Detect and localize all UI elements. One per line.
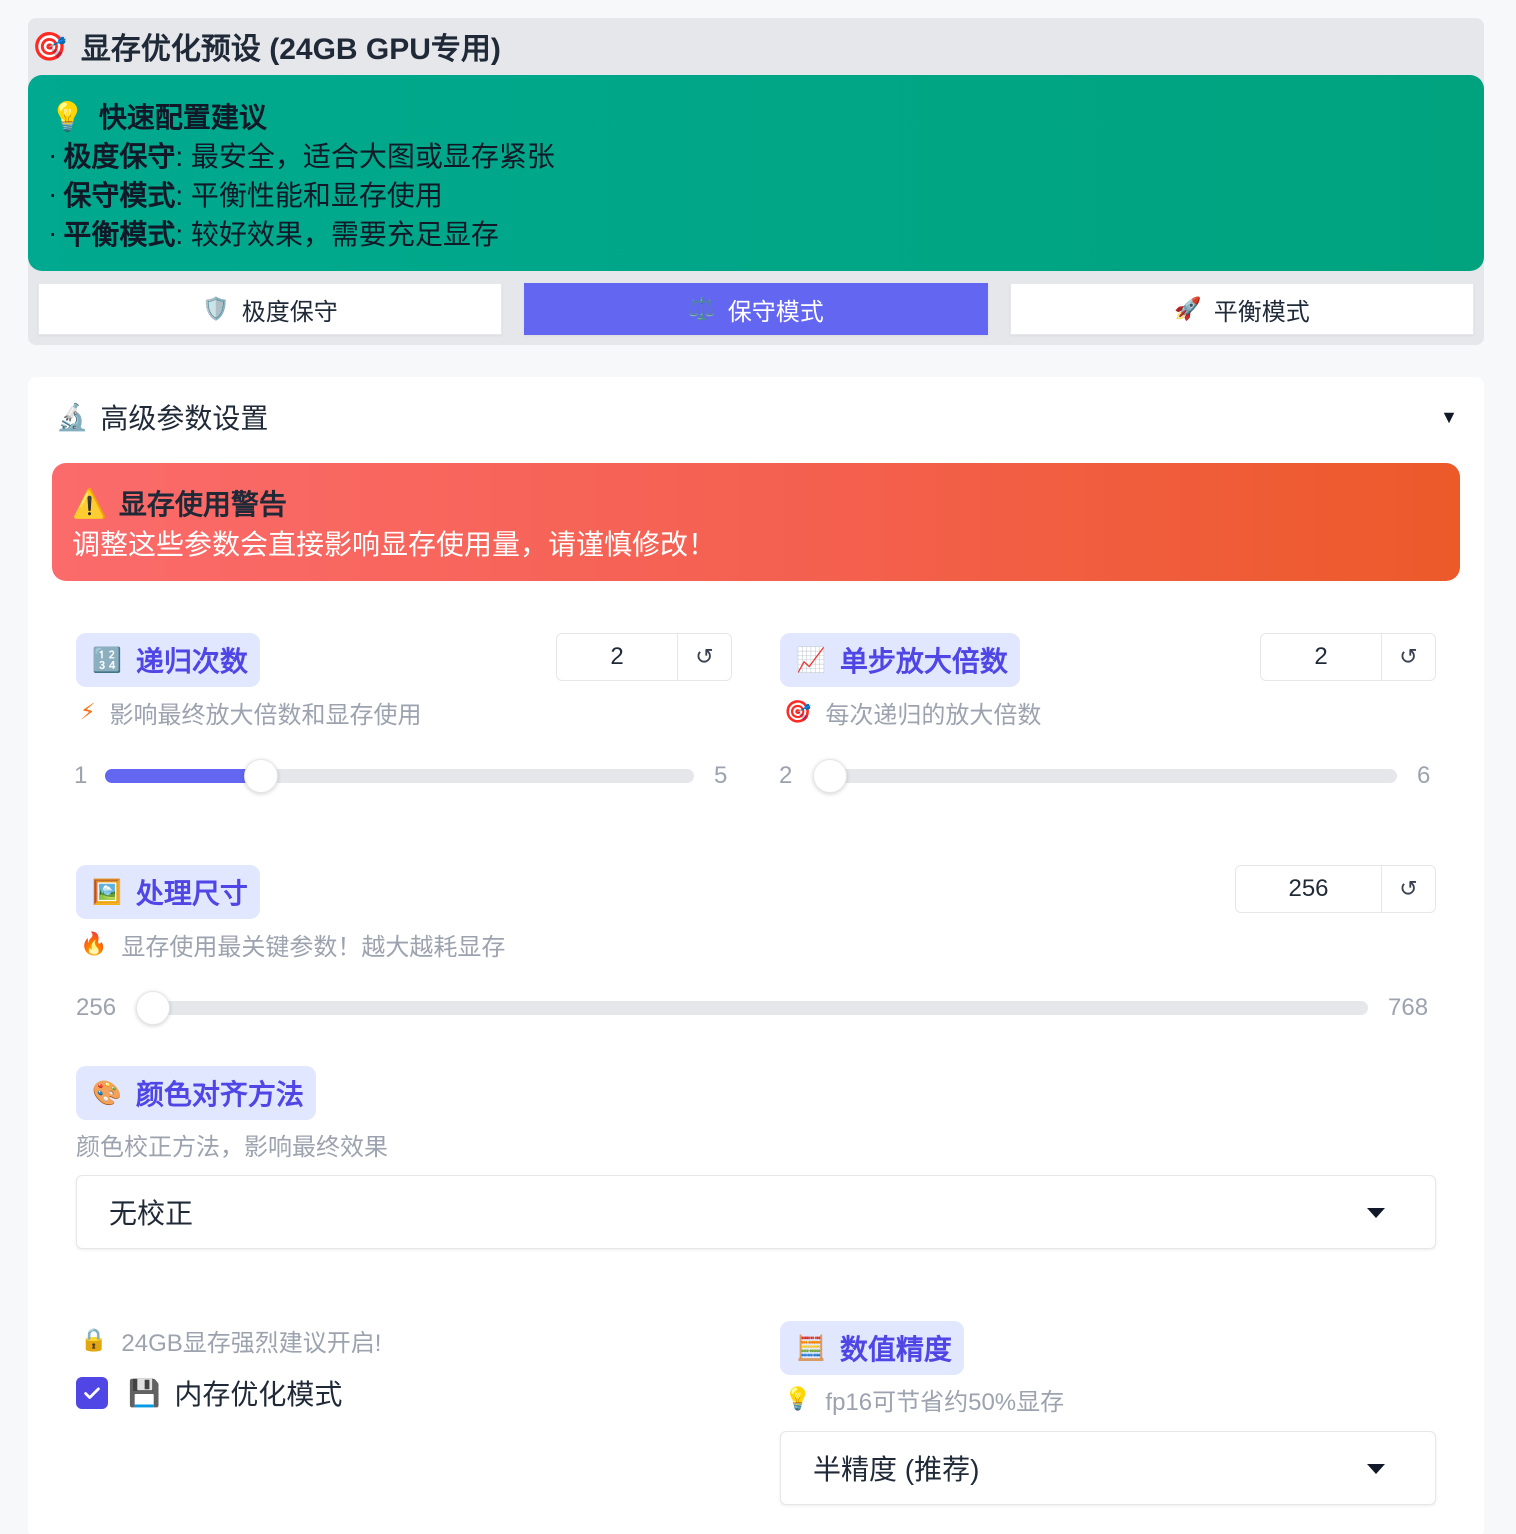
slider-thumb[interactable] — [813, 759, 847, 793]
preset-panel: 🎯 显存优化预设 (24GB GPU专用) 💡 快速配置建议 · 极度保守: 最安… — [28, 18, 1484, 345]
size-slider[interactable] — [136, 991, 1368, 1025]
slider-thumb[interactable] — [136, 991, 170, 1025]
preset-button-group: 🛡️ 极度保守 ⚖️ 保守模式 🚀 平衡模式 — [38, 283, 1474, 335]
memory-optimization-label: 内存优化模式 — [174, 1379, 343, 1410]
target-icon: 🎯 — [32, 30, 67, 62]
target-icon: 🎯 — [784, 699, 812, 724]
preset-balanced-button[interactable]: 🚀 平衡模式 — [1010, 283, 1474, 335]
checkmark-icon — [84, 1387, 100, 1399]
microscope-icon: 🔬 — [56, 401, 89, 432]
slider-min-label: 2 — [779, 762, 793, 789]
size-input[interactable]: 256 — [1236, 866, 1381, 912]
preset-extreme-conservative-button[interactable]: 🛡️ 极度保守 — [38, 283, 502, 335]
tip-item: · 保守模式: 平衡性能和显存使用 — [48, 177, 443, 211]
lightbulb-icon: 💡 — [50, 100, 85, 132]
scale-slider[interactable] — [813, 759, 1397, 793]
numbers-icon: 🔢 — [92, 646, 122, 674]
memory-optimization-checkbox[interactable] — [76, 1377, 108, 1409]
color-method-select[interactable]: 无校正 — [76, 1175, 1436, 1249]
picture-icon: 🖼️ — [92, 878, 122, 906]
slider-fill — [105, 769, 261, 783]
slider-thumb[interactable] — [243, 759, 278, 793]
recursion-input[interactable]: 2 — [557, 634, 677, 680]
slider-max-label: 5 — [714, 762, 728, 789]
processing-size-label: 🖼️ 处理尺寸 — [76, 865, 260, 919]
lightbulb-icon: 💡 — [784, 1386, 812, 1411]
recursion-desc: ⚡ 影响最终放大倍数和显存使用 — [80, 699, 422, 729]
scale-desc: 🎯 每次递归的放大倍数 — [784, 699, 1042, 729]
reset-icon[interactable]: ↺ — [677, 634, 731, 680]
dropdown-arrow-icon — [1367, 1464, 1385, 1474]
advanced-settings-header[interactable]: 🔬 高级参数设置 ▼ — [28, 377, 1484, 457]
scales-icon: ⚖️ — [688, 296, 716, 321]
warning-heading: 显存使用警告 — [118, 489, 287, 520]
color-method-value: 无校正 — [109, 1198, 194, 1229]
scale-number-box: 2 ↺ — [1260, 633, 1436, 681]
preset-title-text: 显存优化预设 (24GB GPU专用) — [80, 33, 501, 66]
warning-body: 调整这些参数会直接影响显存使用量，请谨慎修改！ — [72, 529, 717, 560]
advanced-settings-title: 高级参数设置 — [100, 403, 269, 434]
lock-icon: 🔒 — [80, 1327, 108, 1352]
warning-icon: ⚠️ — [72, 487, 107, 519]
caret-down-icon[interactable]: ▼ — [1440, 407, 1458, 428]
abacus-icon: 🧮 — [796, 1334, 826, 1362]
tips-heading: 💡 快速配置建议 — [50, 100, 267, 134]
palette-icon: 🎨 — [92, 1079, 122, 1107]
floppy-icon: 💾 — [128, 1377, 161, 1408]
vram-warning-card: ⚠️ 显存使用警告 调整这些参数会直接影响显存使用量，请谨慎修改！ — [52, 463, 1460, 581]
slider-max-label: 768 — [1388, 994, 1429, 1021]
size-number-box: 256 ↺ — [1235, 865, 1436, 913]
recursion-slider[interactable] — [105, 759, 694, 793]
scale-factor-label: 📈 单步放大倍数 — [780, 633, 1020, 687]
fire-icon: 🔥 — [80, 931, 108, 956]
recursion-label: 🔢 递归次数 — [76, 633, 260, 687]
tip-item: · 平衡模式: 较好效果，需要充足显存 — [48, 216, 499, 250]
reset-icon[interactable]: ↺ — [1381, 866, 1435, 912]
size-desc: 🔥 显存使用最关键参数！越大越耗显存 — [80, 931, 506, 961]
color-desc: 颜色校正方法，影响最终效果 — [76, 1133, 388, 1161]
slider-min-label: 1 — [74, 762, 88, 789]
dropdown-arrow-icon — [1367, 1208, 1385, 1218]
slider-min-label: 256 — [76, 994, 117, 1021]
color-alignment-label: 🎨 颜色对齐方法 — [76, 1066, 316, 1120]
tip-item: · 极度保守: 最安全，适合大图或显存紧张 — [48, 138, 555, 172]
precision-desc: 💡 fp16可节省约50%显存 — [784, 1386, 1065, 1416]
advanced-settings-accordion: 🔬 高级参数设置 ▼ ⚠️ 显存使用警告 调整这些参数会直接影响显存使用量，请谨… — [28, 377, 1484, 1534]
scale-input[interactable]: 2 — [1261, 634, 1381, 680]
recursion-number-box: 2 ↺ — [556, 633, 732, 681]
lightning-icon: ⚡ — [80, 699, 96, 724]
precision-label: 🧮 数值精度 — [780, 1321, 964, 1375]
reset-icon[interactable]: ↺ — [1381, 634, 1435, 680]
preset-title: 🎯 显存优化预设 (24GB GPU专用) — [28, 18, 1484, 74]
memory-optimization-toggle[interactable]: 💾 内存优化模式 — [76, 1373, 342, 1413]
rocket-icon: 🚀 — [1174, 296, 1202, 321]
memory-hint: 🔒 24GB显存强烈建议开启! — [80, 1327, 382, 1357]
slider-max-label: 6 — [1417, 762, 1431, 789]
precision-select[interactable]: 半精度 (推荐) — [780, 1431, 1436, 1505]
shield-icon: 🛡️ — [202, 296, 230, 321]
preset-conservative-button[interactable]: ⚖️ 保守模式 — [524, 283, 988, 335]
quick-tips-card: 💡 快速配置建议 · 极度保守: 最安全，适合大图或显存紧张 · 保守模式: 平衡性… — [28, 75, 1484, 271]
chart-up-icon: 📈 — [796, 646, 826, 674]
precision-value: 半精度 (推荐) — [813, 1454, 980, 1485]
